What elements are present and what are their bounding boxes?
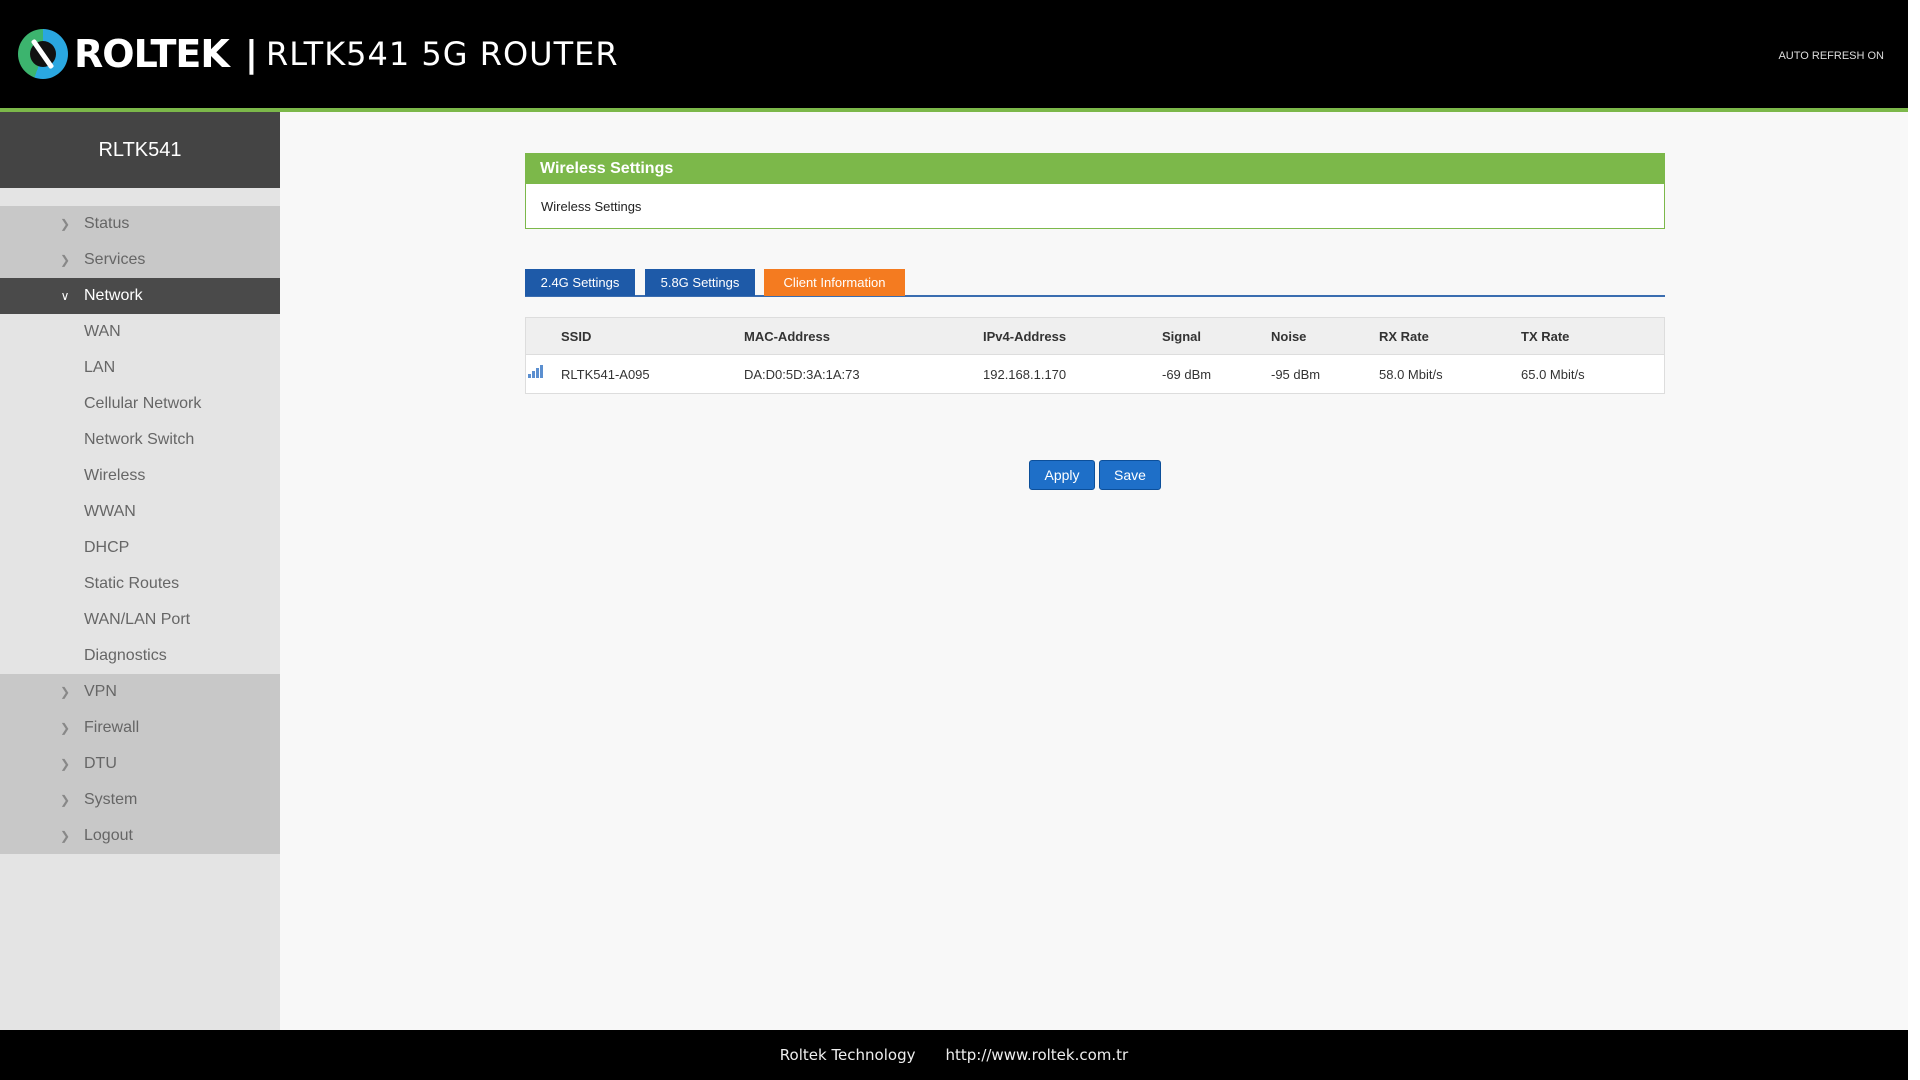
table-header: SSID MAC-Address IPv4-Address Signal Noi…: [526, 318, 1664, 355]
sidebar-item-label: Diagnostics: [84, 647, 167, 664]
sidebar-item-status[interactable]: ❯ Status: [0, 206, 280, 242]
column-header-ssid: SSID: [561, 328, 592, 344]
chevron-right-icon: ❯: [59, 721, 71, 735]
settings-tabs: 2.4G Settings 5.8G Settings Client Infor…: [525, 269, 1665, 297]
sidebar-item-label: Status: [84, 215, 130, 232]
footer-company: Roltek Technology: [779, 1046, 916, 1064]
cell-noise: -95 dBm: [1271, 366, 1321, 382]
sidebar-item-label: Network Switch: [84, 431, 195, 448]
sidebar-item-label: Firewall: [84, 719, 140, 736]
apply-button[interactable]: Apply: [1029, 460, 1095, 490]
wireless-settings-panel: Wireless Settings Wireless Settings: [525, 153, 1665, 229]
cell-ssid: RLTK541-A095: [561, 366, 650, 382]
sidebar-menu: ❯ Status ❯ Services ∨ Network WAN LAN Ce…: [0, 188, 280, 854]
tab-5-8g-settings[interactable]: 5.8G Settings: [645, 269, 755, 296]
signal-strength-icon: [528, 364, 544, 378]
tab-2-4g-settings[interactable]: 2.4G Settings: [525, 269, 635, 296]
sidebar-item-label: WAN/LAN Port: [84, 611, 191, 628]
sidebar-item-label: Static Routes: [84, 575, 180, 592]
sidebar-item-label: Services: [84, 251, 146, 268]
sidebar-subitem-wwan[interactable]: WWAN: [0, 494, 280, 530]
auto-refresh-toggle[interactable]: AUTO REFRESH ON: [1778, 50, 1884, 62]
sidebar-item-services[interactable]: ❯ Services: [0, 242, 280, 278]
column-header-noise: Noise: [1271, 328, 1307, 344]
sidebar-subitem-dhcp[interactable]: DHCP: [0, 530, 280, 566]
sidebar-item-label: Logout: [84, 827, 133, 844]
save-button[interactable]: Save: [1099, 460, 1161, 490]
sidebar-item-label: System: [84, 791, 138, 808]
sidebar-item-label: Network: [84, 287, 143, 304]
cell-ipv4: 192.168.1.170: [983, 366, 1067, 382]
column-header-tx-rate: TX Rate: [1521, 328, 1570, 344]
table-row: RLTK541-A095 DA:D0:5D:3A:1A:73 192.168.1…: [526, 355, 1664, 393]
chevron-right-icon: ❯: [59, 685, 71, 699]
sidebar-subitem-cellular-network[interactable]: Cellular Network: [0, 386, 280, 422]
sidebar-subitem-network-switch[interactable]: Network Switch: [0, 422, 280, 458]
sidebar-item-label: WAN: [84, 323, 121, 340]
sidebar-subitem-diagnostics[interactable]: Diagnostics: [0, 638, 280, 674]
sidebar-item-system[interactable]: ❯ System: [0, 782, 280, 818]
sidebar: RLTK541 ❯ Status ❯ Services ∨ Network WA…: [0, 112, 280, 1030]
chevron-down-icon: ∨: [60, 289, 70, 303]
logo: ROLTEK | RLTK541 5G ROUTER: [18, 29, 619, 79]
cell-signal: -69 dBm: [1162, 366, 1212, 382]
sidebar-item-label: LAN: [84, 359, 116, 376]
sidebar-device-name: RLTK541: [0, 112, 280, 188]
header: ROLTEK | RLTK541 5G ROUTER AUTO REFRESH …: [0, 0, 1908, 108]
column-header-signal: Signal: [1162, 328, 1202, 344]
chevron-right-icon: ❯: [59, 793, 71, 807]
sidebar-item-label: Cellular Network: [84, 395, 202, 412]
tab-client-information[interactable]: Client Information: [764, 269, 905, 296]
sidebar-item-logout[interactable]: ❯ Logout: [0, 818, 280, 854]
sidebar-item-dtu[interactable]: ❯ DTU: [0, 746, 280, 782]
action-buttons: Apply Save: [1029, 460, 1161, 490]
title-separator: |: [244, 33, 258, 75]
chevron-right-icon: ❯: [59, 829, 71, 843]
sidebar-subitem-wan-lan-port[interactable]: WAN/LAN Port: [0, 602, 280, 638]
column-header-mac: MAC-Address: [744, 328, 830, 344]
sidebar-item-label: DHCP: [84, 539, 130, 556]
router-title: RLTK541 5G ROUTER: [265, 35, 619, 73]
panel-title: Wireless Settings: [526, 154, 1664, 184]
sidebar-subitem-static-routes[interactable]: Static Routes: [0, 566, 280, 602]
sidebar-subitem-lan[interactable]: LAN: [0, 350, 280, 386]
client-table: SSID MAC-Address IPv4-Address Signal Noi…: [525, 317, 1665, 394]
sidebar-subitem-wireless[interactable]: Wireless: [0, 458, 280, 494]
sidebar-item-label: Wireless: [84, 467, 146, 484]
column-header-ipv4: IPv4-Address: [983, 328, 1067, 344]
sidebar-item-firewall[interactable]: ❯ Firewall: [0, 710, 280, 746]
cell-tx-rate: 65.0 Mbit/s: [1521, 366, 1585, 382]
footer-url-link[interactable]: http://www.roltek.com.tr: [945, 1046, 1128, 1064]
chevron-right-icon: ❯: [59, 217, 71, 231]
cell-rx-rate: 58.0 Mbit/s: [1379, 366, 1443, 382]
sidebar-item-label: DTU: [84, 755, 117, 772]
main-content: Wireless Settings Wireless Settings 2.4G…: [280, 112, 1908, 1030]
sidebar-item-label: WWAN: [84, 503, 136, 520]
sidebar-item-network[interactable]: ∨ Network: [0, 278, 280, 314]
roltek-logo-icon: [18, 29, 68, 79]
sidebar-item-label: VPN: [84, 683, 117, 700]
footer: Roltek Technology http://www.roltek.com.…: [0, 1030, 1908, 1080]
right-edge: [1908, 0, 1920, 1080]
cell-mac: DA:D0:5D:3A:1A:73: [744, 366, 860, 382]
sidebar-subitem-wan[interactable]: WAN: [0, 314, 280, 350]
brand-name: ROLTEK: [74, 32, 230, 76]
panel-description: Wireless Settings: [541, 198, 642, 214]
column-header-rx-rate: RX Rate: [1379, 328, 1429, 344]
chevron-right-icon: ❯: [59, 253, 71, 267]
chevron-right-icon: ❯: [59, 757, 71, 771]
sidebar-item-vpn[interactable]: ❯ VPN: [0, 674, 280, 710]
